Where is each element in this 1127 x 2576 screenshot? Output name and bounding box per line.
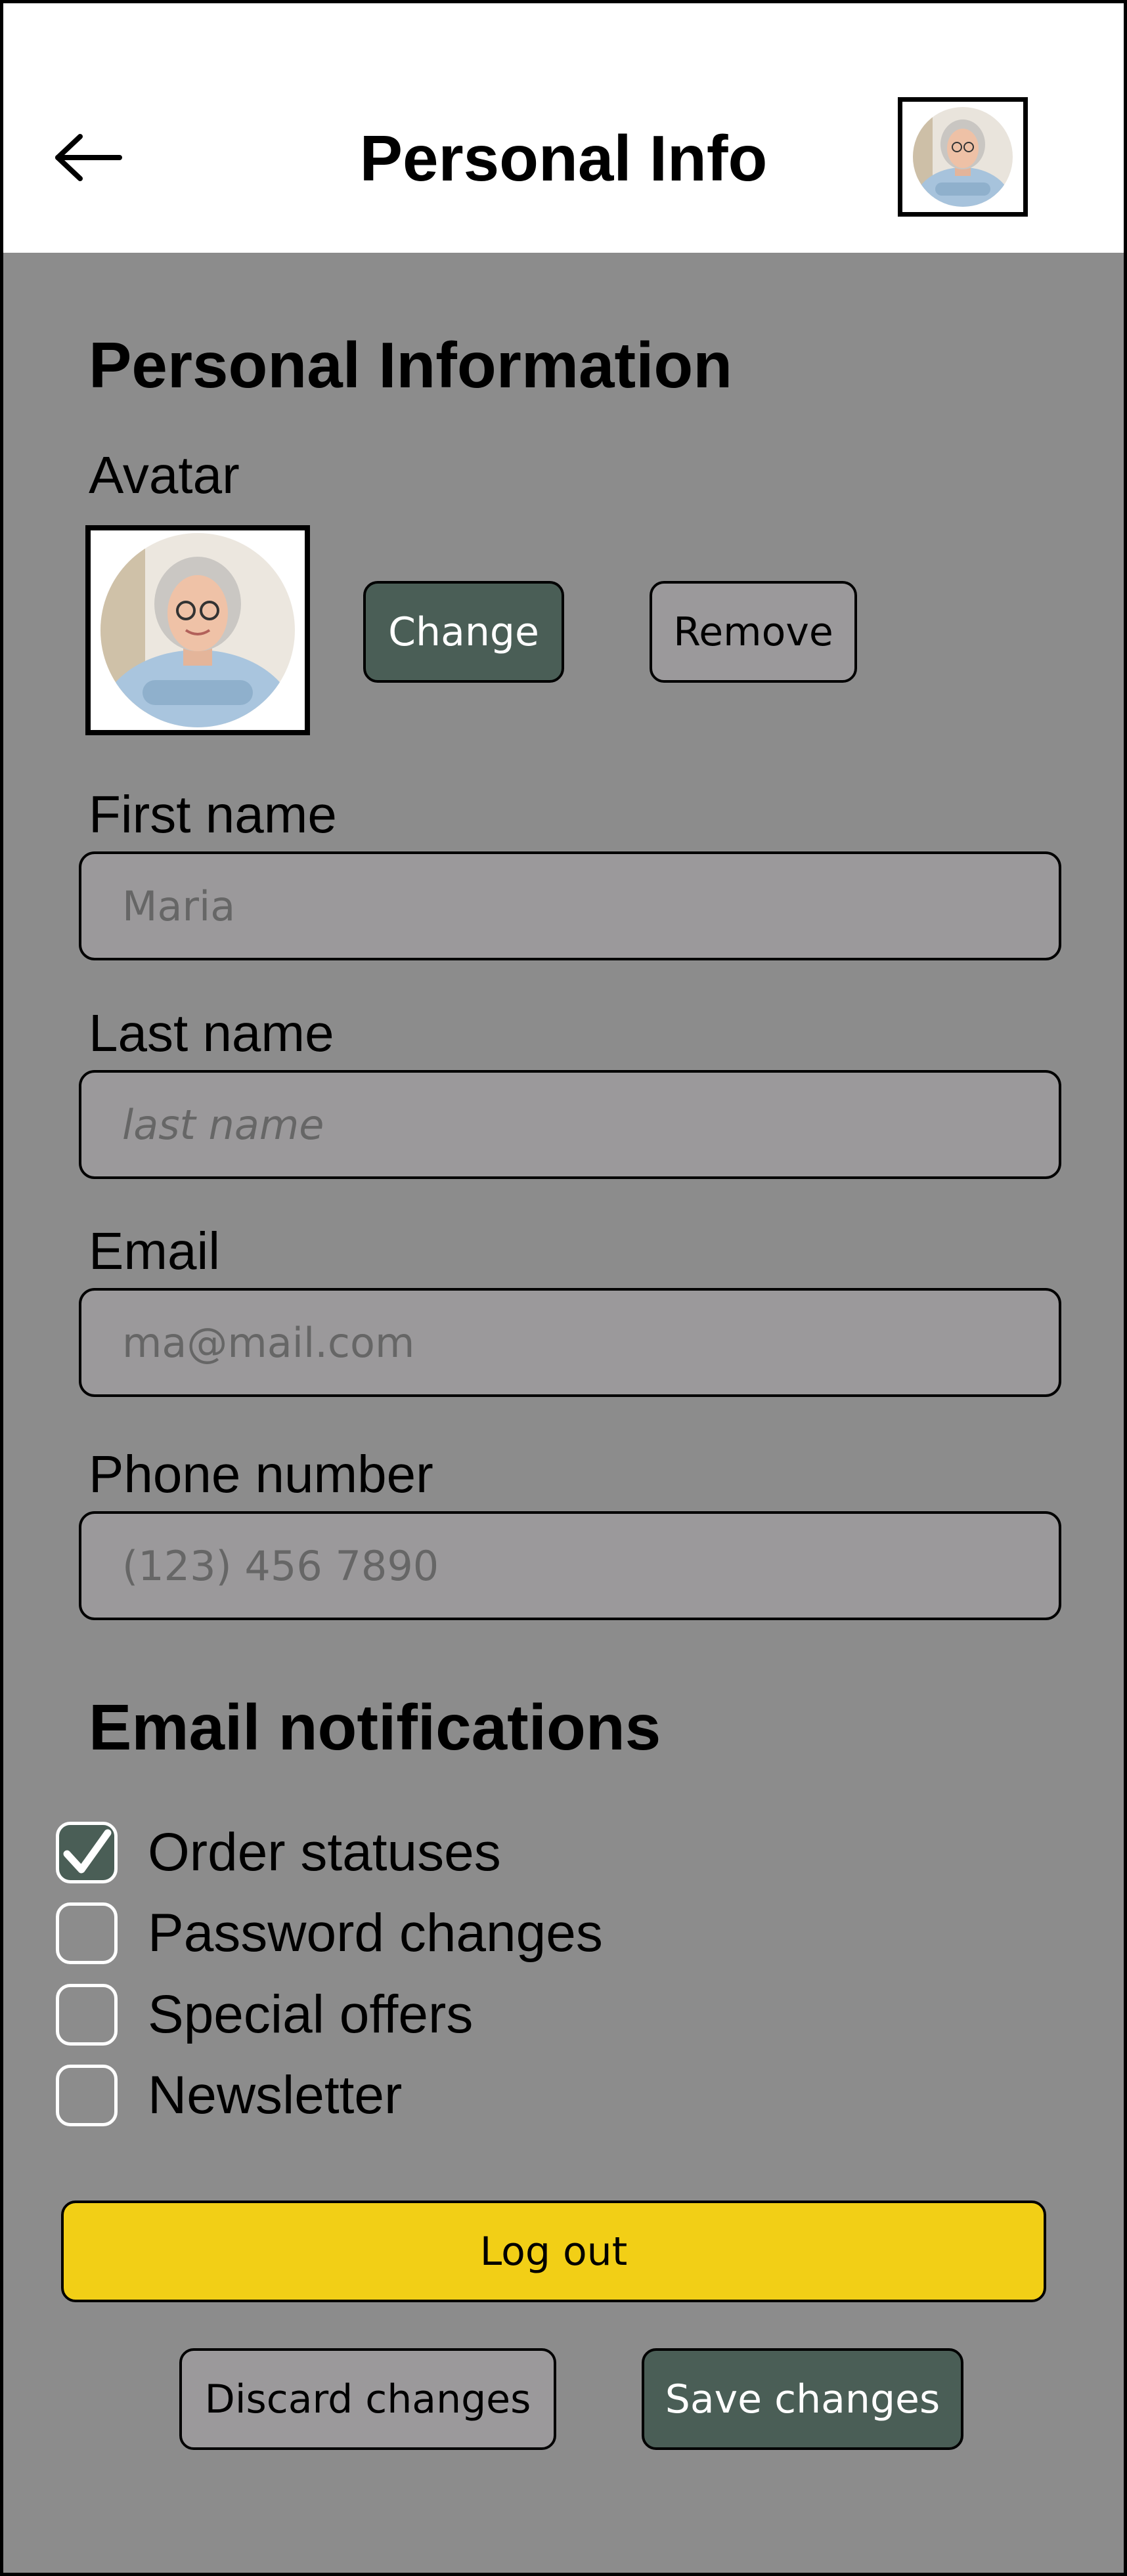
- checkbox-label: Newsletter: [148, 2065, 403, 2125]
- checkbox-special-offers[interactable]: Special offers: [56, 1982, 473, 2048]
- last-name-label: Last name: [89, 1004, 334, 1062]
- change-avatar-button[interactable]: Change: [363, 581, 564, 683]
- save-changes-button[interactable]: Save changes: [642, 2348, 963, 2450]
- checkmark-icon: [63, 1829, 112, 1874]
- checkbox-label: Order statuses: [148, 1822, 501, 1882]
- last-name-field[interactable]: last name: [79, 1070, 1061, 1179]
- checkbox-label: Password changes: [148, 1903, 603, 1963]
- checkbox-unchecked[interactable]: [56, 1902, 118, 1964]
- email-field[interactable]: ma@mail.com: [79, 1288, 1061, 1397]
- checkbox-password-changes[interactable]: Password changes: [56, 1900, 603, 1966]
- header: Personal Info: [3, 3, 1124, 253]
- profile-avatar-button[interactable]: [898, 97, 1028, 217]
- email-label: Email: [89, 1222, 221, 1280]
- avatar-label: Avatar: [89, 446, 240, 504]
- avatar-preview: [85, 525, 310, 735]
- checkbox-newsletter[interactable]: Newsletter: [56, 2063, 402, 2128]
- remove-avatar-button[interactable]: Remove: [650, 581, 857, 683]
- app-frame: Personal Info Personal Information Avata…: [0, 0, 1127, 2576]
- section-title-email-notifications: Email notifications: [89, 1691, 661, 1763]
- log-out-button[interactable]: Log out: [61, 2200, 1046, 2302]
- main-content: Personal Information Avatar Change Remov…: [3, 253, 1124, 2573]
- checkbox-label: Special offers: [148, 1985, 474, 2044]
- checkbox-unchecked[interactable]: [56, 2065, 118, 2126]
- phone-number-label: Phone number: [89, 1445, 433, 1503]
- avatar-photo: [100, 533, 295, 727]
- checkbox-order-statuses[interactable]: Order statuses: [56, 1820, 501, 1885]
- avatar-photo: [913, 107, 1013, 207]
- first-name-label: First name: [89, 785, 337, 844]
- checkbox-unchecked[interactable]: [56, 1984, 118, 2046]
- first-name-field[interactable]: Maria: [79, 851, 1061, 960]
- phone-number-field[interactable]: (123) 456 7890: [79, 1511, 1061, 1620]
- section-title-personal-information: Personal Information: [89, 329, 733, 401]
- discard-changes-button[interactable]: Discard changes: [179, 2348, 556, 2450]
- checkbox-checked[interactable]: [56, 1822, 118, 1883]
